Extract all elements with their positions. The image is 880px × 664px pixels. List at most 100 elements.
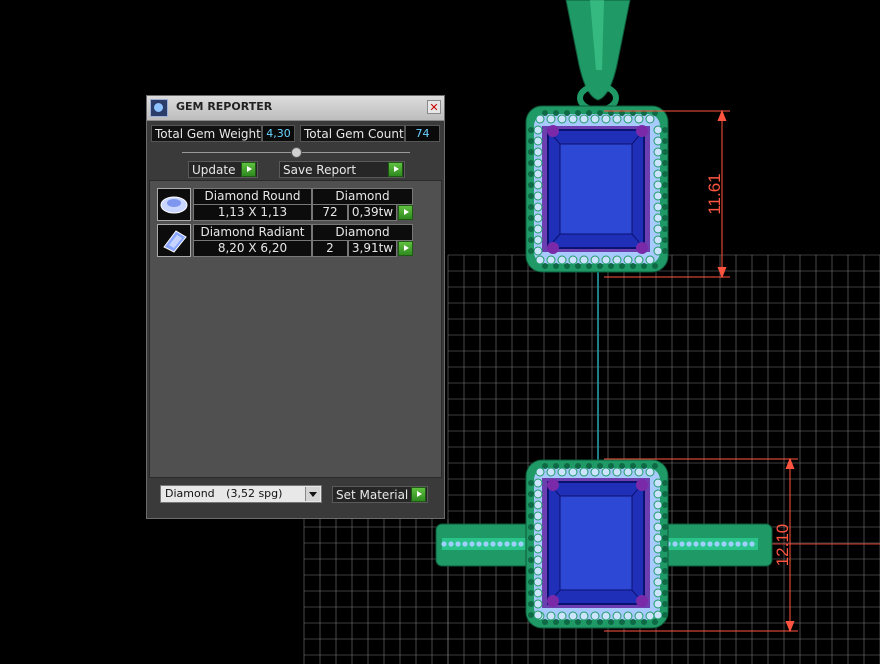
gem-weight: 3,91tw — [348, 240, 397, 257]
halo-stone — [653, 169, 663, 179]
gem-list[interactable]: Diamond Round Diamond 1,13 X 1,13 72 0,3… — [149, 180, 442, 478]
halo-bead — [528, 502, 534, 508]
halo-bead — [528, 182, 534, 188]
total-gem-weight-value: 4,30 — [262, 125, 295, 142]
halo-bead — [662, 568, 668, 574]
shank-stone — [441, 541, 447, 547]
play-arrow-icon — [411, 487, 426, 502]
halo-stone — [634, 255, 644, 265]
halo-bead — [662, 480, 668, 486]
halo-bead — [553, 619, 559, 625]
halo-stone — [653, 191, 663, 201]
halo-stone — [634, 114, 644, 124]
halo-stone — [533, 533, 543, 543]
halo-stone — [579, 467, 589, 477]
halo-bead — [662, 601, 668, 607]
halo-bead — [542, 110, 548, 116]
gem-action-button[interactable] — [398, 241, 413, 256]
halo-stone — [601, 255, 611, 265]
set-material-label: Set Material — [336, 488, 409, 502]
halo-stone — [546, 255, 556, 265]
round-gem-icon — [157, 188, 191, 221]
halo-stone — [653, 235, 663, 245]
halo-stone — [533, 566, 543, 576]
halo-bead — [528, 535, 534, 541]
halo-stone — [535, 467, 545, 477]
slider-handle[interactable] — [291, 147, 302, 158]
update-button[interactable]: Update — [188, 161, 258, 178]
shank-stone — [448, 541, 454, 547]
halo-stone — [579, 114, 589, 124]
shank-stone — [504, 541, 510, 547]
shank-stone — [490, 541, 496, 547]
shank-stone — [714, 541, 720, 547]
save-report-button[interactable]: Save Report — [279, 161, 405, 178]
halo-stone — [557, 114, 567, 124]
halo-stone — [653, 136, 663, 146]
halo-stone — [601, 114, 611, 124]
halo-stone — [634, 467, 644, 477]
halo-stone — [653, 566, 663, 576]
halo-stone — [653, 478, 663, 488]
halo-stone — [601, 467, 611, 477]
halo-stone — [653, 533, 663, 543]
halo-stone — [623, 467, 633, 477]
total-gem-count-value: 74 — [405, 125, 440, 142]
halo-bead — [528, 579, 534, 585]
list-item[interactable]: Diamond Radiant Diamond 8,20 X 6,20 2 3,… — [157, 224, 413, 258]
halo-bead — [528, 138, 534, 144]
halo-stone — [601, 611, 611, 621]
halo-stone — [535, 255, 545, 265]
halo-stone — [533, 246, 543, 256]
halo-stone — [533, 511, 543, 521]
gem-count: 72 — [312, 204, 348, 221]
shank-stone — [735, 541, 741, 547]
halo-bead — [575, 263, 581, 269]
halo-stone — [568, 114, 578, 124]
halo-stone — [623, 114, 633, 124]
close-icon[interactable]: ✕ — [427, 100, 441, 114]
panel-titlebar[interactable]: GEM REPORTER ✕ — [147, 96, 444, 121]
chevron-down-icon[interactable] — [305, 487, 320, 501]
halo-bead — [564, 463, 570, 469]
halo-bead — [662, 535, 668, 541]
halo-stone — [653, 147, 663, 157]
halo-bead — [662, 226, 668, 232]
halo-stone — [557, 255, 567, 265]
gem-reporter-icon — [150, 99, 168, 117]
halo-bead — [662, 590, 668, 596]
radiant-gem-icon — [157, 224, 191, 257]
gem-size: 8,20 X 6,20 — [193, 240, 312, 257]
halo-bead — [553, 263, 559, 269]
halo-stone — [653, 588, 663, 598]
halo-bead — [608, 263, 614, 269]
halo-bead — [528, 248, 534, 254]
halo-bead — [652, 463, 658, 469]
set-material-button[interactable]: Set Material — [332, 486, 428, 503]
halo-stone — [612, 255, 622, 265]
total-gem-count-label: Total Gem Count — [300, 125, 405, 142]
gem-action-button[interactable] — [398, 205, 413, 220]
halo-stone — [533, 202, 543, 212]
halo-bead — [662, 524, 668, 530]
halo-bead — [662, 215, 668, 221]
gem-count: 2 — [312, 240, 348, 257]
halo-stone — [568, 611, 578, 621]
play-arrow-icon — [388, 162, 403, 177]
halo-bead — [528, 480, 534, 486]
list-item[interactable]: Diamond Round Diamond 1,13 X 1,13 72 0,3… — [157, 188, 413, 222]
material-select[interactable]: Diamond (3,52 spg) — [160, 485, 322, 503]
halo-bead — [575, 463, 581, 469]
halo-bead — [630, 463, 636, 469]
halo-bead — [662, 612, 668, 618]
halo-bead — [652, 619, 658, 625]
halo-bead — [553, 463, 559, 469]
halo-stone — [590, 255, 600, 265]
halo-stone — [533, 522, 543, 532]
halo-stone — [533, 158, 543, 168]
halo-bead — [586, 263, 592, 269]
halo-stone — [533, 577, 543, 587]
halo-stone — [653, 158, 663, 168]
halo-stone — [533, 191, 543, 201]
halo-bead — [597, 263, 603, 269]
